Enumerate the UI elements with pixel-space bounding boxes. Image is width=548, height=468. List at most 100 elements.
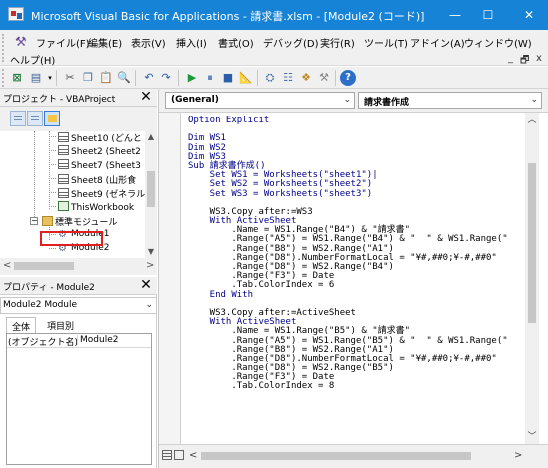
find-icon[interactable]: 🔍 bbox=[116, 70, 132, 86]
chevron-down-icon[interactable]: ⌄ bbox=[145, 300, 153, 310]
procedure-view-icon[interactable] bbox=[162, 450, 172, 460]
menu-debug[interactable]: デバッグ(D) bbox=[263, 35, 319, 50]
menu-edit[interactable]: 編集(E) bbox=[88, 35, 122, 50]
code-line[interactable]: .Tab.ColorIndex = 8 bbox=[188, 382, 522, 391]
full-module-view-icon[interactable] bbox=[174, 450, 184, 460]
properties-object-select[interactable]: Module2 Module ⌄ bbox=[0, 297, 157, 314]
maximize-button[interactable]: ☐ bbox=[475, 5, 501, 25]
tree-item-thisworkbook[interactable]: ThisWorkbook bbox=[58, 201, 134, 213]
tree-item-standard-modules[interactable]: 標準モジュール bbox=[42, 215, 118, 228]
view-excel-icon[interactable]: ⊠ bbox=[9, 70, 25, 86]
tree-item-sheet9[interactable]: Sheet9 (ゼネラル bbox=[58, 187, 145, 200]
window-title: Microsoft Visual Basic for Applications … bbox=[31, 10, 425, 23]
code-vscrollbar[interactable]: ︿ ﹀ bbox=[525, 113, 539, 444]
code-line[interactable] bbox=[188, 125, 522, 134]
tree-item-label: 標準モジュール bbox=[55, 218, 118, 228]
redo-icon[interactable]: ↷ bbox=[158, 70, 174, 86]
scroll-thumb[interactable] bbox=[14, 262, 74, 270]
project-pane-toolbar bbox=[0, 107, 157, 131]
scroll-up-icon[interactable]: ︿ bbox=[525, 113, 539, 127]
menu-addins[interactable]: アドイン(A) bbox=[410, 35, 465, 50]
menu-view[interactable]: 表示(V) bbox=[131, 35, 166, 50]
undo-icon[interactable]: ↶ bbox=[141, 70, 157, 86]
menu-bar: ⚒ ファイル(F) 編集(E) 表示(V) 挿入(I) 書式(O) デバッグ(D… bbox=[0, 30, 548, 67]
menu-run[interactable]: 実行(R) bbox=[320, 35, 355, 50]
menu-tools[interactable]: ツール(T) bbox=[364, 35, 408, 50]
scroll-down-icon[interactable]: ▼ bbox=[145, 246, 157, 258]
scroll-left-icon[interactable]: < bbox=[189, 450, 197, 461]
copy-icon[interactable]: ❐ bbox=[80, 70, 96, 86]
code-editor[interactable]: Option Explicit Dim WS1 Dim WS2 Dim WS3 Sub … bbox=[188, 116, 522, 442]
scroll-thumb[interactable] bbox=[201, 452, 471, 460]
design-mode-icon[interactable]: 📐 bbox=[238, 70, 254, 86]
project-tree-hscrollbar[interactable]: < > bbox=[0, 258, 157, 275]
code-line[interactable]: Set WS3 = Worksheets("sheet3") bbox=[188, 189, 522, 199]
tree-connector bbox=[49, 150, 56, 151]
tree-item-label: ThisWorkbook bbox=[71, 203, 135, 213]
tree-connector bbox=[49, 131, 50, 209]
scroll-thumb[interactable] bbox=[147, 171, 155, 207]
code-combo-bar: (General) ⌄ 請求書作成 ⌄ bbox=[159, 89, 548, 113]
menu-file[interactable]: ファイル(F) bbox=[36, 35, 90, 50]
scroll-up-icon[interactable]: ▲ bbox=[145, 131, 157, 143]
code-line[interactable]: End With bbox=[188, 290, 522, 300]
run-icon[interactable]: ▶ bbox=[184, 70, 200, 86]
properties-grid: (オブジェクト名) Module2 bbox=[6, 333, 152, 465]
paste-icon[interactable]: 📋 bbox=[98, 70, 114, 86]
tab-alphabetic[interactable]: 全体 bbox=[6, 317, 37, 333]
project-tree-vscrollbar[interactable]: ▲ ▼ bbox=[145, 131, 157, 258]
help-icon[interactable]: ? bbox=[340, 70, 356, 86]
code-line[interactable]: Dim WS2 bbox=[188, 143, 522, 153]
tree-collapse-toggle[interactable]: − bbox=[30, 217, 38, 225]
minimize-button[interactable]: — bbox=[442, 5, 468, 25]
close-button[interactable]: ✕ bbox=[516, 5, 542, 25]
scroll-right-icon[interactable]: > bbox=[146, 260, 154, 271]
chevron-down-icon[interactable]: ⌄ bbox=[530, 95, 538, 105]
tree-item-sheet8[interactable]: Sheet8 (山形食 bbox=[58, 173, 136, 186]
tree-item-sheet7[interactable]: Sheet7 (Sheet3 bbox=[58, 159, 141, 171]
break-icon[interactable]: ⏸ bbox=[202, 70, 218, 86]
mdi-minimize-button[interactable]: _ bbox=[508, 53, 513, 64]
view-object-button[interactable] bbox=[27, 111, 43, 126]
sheet-icon bbox=[58, 145, 69, 155]
code-line[interactable]: Option Explicit bbox=[188, 116, 522, 125]
menu-window[interactable]: ウィンドウ(W) bbox=[464, 35, 532, 50]
chevron-down-icon[interactable]: ⌄ bbox=[343, 95, 351, 105]
project-explorer-icon[interactable]: ⛭ bbox=[262, 70, 278, 86]
mdi-close-button[interactable]: x bbox=[536, 53, 542, 64]
vba-menu-icon[interactable]: ⚒ bbox=[15, 35, 27, 50]
properties-pane-close-button[interactable]: ✕ bbox=[138, 277, 154, 293]
scroll-down-icon[interactable]: ﹀ bbox=[525, 430, 539, 444]
code-margin-indicator-bar[interactable] bbox=[159, 113, 181, 444]
object-browser-icon[interactable]: ❖ bbox=[298, 70, 314, 86]
menubar-grip[interactable] bbox=[2, 34, 5, 62]
toolbox-icon[interactable]: ⚒ bbox=[316, 70, 332, 86]
toolbar-grip[interactable] bbox=[2, 69, 5, 87]
toggle-folders-button[interactable] bbox=[44, 111, 60, 126]
menu-insert[interactable]: 挿入(I) bbox=[176, 35, 207, 50]
vba-app-icon bbox=[8, 7, 24, 21]
scroll-right-icon[interactable]: > bbox=[514, 450, 522, 461]
property-row[interactable]: (オブジェクト名) Module2 bbox=[7, 334, 151, 348]
cut-icon[interactable]: ✂ bbox=[62, 70, 78, 86]
tree-item-sheet2[interactable]: Sheet2 (Sheet2 bbox=[58, 145, 141, 157]
procedure-select[interactable]: 請求書作成 ⌄ bbox=[358, 92, 542, 109]
tab-categorized[interactable]: 項目別 bbox=[42, 317, 79, 333]
toolbar-separator bbox=[257, 70, 258, 86]
module2-highlight-box bbox=[40, 231, 103, 246]
scroll-thumb[interactable] bbox=[528, 163, 536, 323]
properties-icon[interactable]: ☷ bbox=[280, 70, 296, 86]
code-window: (General) ⌄ 請求書作成 ⌄ Option Explicit Dim W… bbox=[158, 89, 548, 468]
toolbar-separator bbox=[335, 70, 336, 86]
view-code-button[interactable] bbox=[10, 111, 26, 126]
menu-help[interactable]: ヘルプ(H) bbox=[10, 52, 55, 67]
tree-item-sheet10[interactable]: Sheet10 (どんと bbox=[58, 131, 142, 144]
scroll-left-icon[interactable]: < bbox=[3, 260, 11, 271]
property-value[interactable]: Module2 bbox=[77, 335, 118, 345]
code-hscrollbar: < > bbox=[159, 444, 548, 468]
reset-icon[interactable]: ■ bbox=[220, 70, 236, 86]
code-line[interactable]: Dim WS1 bbox=[188, 134, 522, 143]
project-pane-close-button[interactable]: ✕ bbox=[138, 89, 154, 105]
object-select[interactable]: (General) ⌄ bbox=[165, 92, 355, 109]
menu-format[interactable]: 書式(O) bbox=[218, 35, 254, 50]
